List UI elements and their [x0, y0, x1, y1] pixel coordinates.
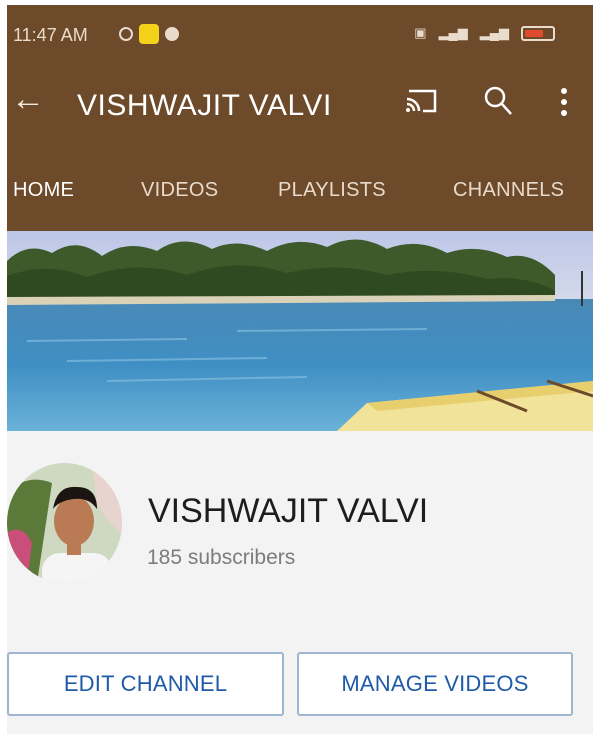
- notification-icons: [119, 24, 179, 44]
- more-vert-icon[interactable]: [559, 87, 569, 117]
- back-arrow-icon[interactable]: ←: [11, 79, 45, 119]
- system-icons: ▣ ▂▄▆ ▂▄▆: [414, 25, 555, 41]
- channel-avatar[interactable]: [7, 463, 122, 583]
- page-title: VISHWAJIT VALVI: [77, 89, 332, 122]
- data-icon: ▣: [414, 25, 427, 40]
- manage-videos-button[interactable]: MANAGE VIDEOS: [297, 652, 573, 716]
- tab-playlists[interactable]: PLAYLISTS: [278, 179, 386, 202]
- status-time: 11:47 AM: [13, 25, 88, 45]
- status-bar: 11:47 AM ▣ ▂▄▆ ▂▄▆: [7, 5, 593, 59]
- channel-tabs: HOME VIDEOS PLAYLISTS CHANNELS: [7, 159, 593, 237]
- signal-icon: ▂▄▆: [438, 25, 468, 40]
- app-screen: 11:47 AM ▣ ▂▄▆ ▂▄▆ ← VISHWAJIT VALVI HOM…: [7, 5, 593, 734]
- messenger-icon: [165, 27, 179, 41]
- edit-channel-label: EDIT CHANNEL: [63, 671, 228, 696]
- avatar-image: [7, 463, 122, 583]
- manage-videos-label: MANAGE VIDEOS: [341, 671, 529, 696]
- app-bar: ← VISHWAJIT VALVI: [7, 59, 593, 159]
- banner-image: [7, 231, 593, 431]
- channel-name: VISHWAJIT VALVI: [148, 492, 429, 530]
- alarm-icon: [119, 27, 133, 41]
- tab-home[interactable]: HOME: [13, 179, 74, 202]
- snapchat-icon: [139, 24, 159, 44]
- battery-icon: [521, 25, 555, 41]
- channel-banner: [7, 231, 593, 431]
- subscriber-count: 185 subscribers: [147, 546, 296, 569]
- tab-channels[interactable]: CHANNELS: [453, 179, 564, 202]
- edit-channel-button[interactable]: EDIT CHANNEL: [7, 652, 284, 716]
- search-icon[interactable]: [483, 85, 513, 117]
- signal-icon: ▂▄▆: [479, 25, 509, 40]
- tab-videos[interactable]: VIDEOS: [141, 179, 218, 202]
- cast-icon[interactable]: [405, 87, 439, 115]
